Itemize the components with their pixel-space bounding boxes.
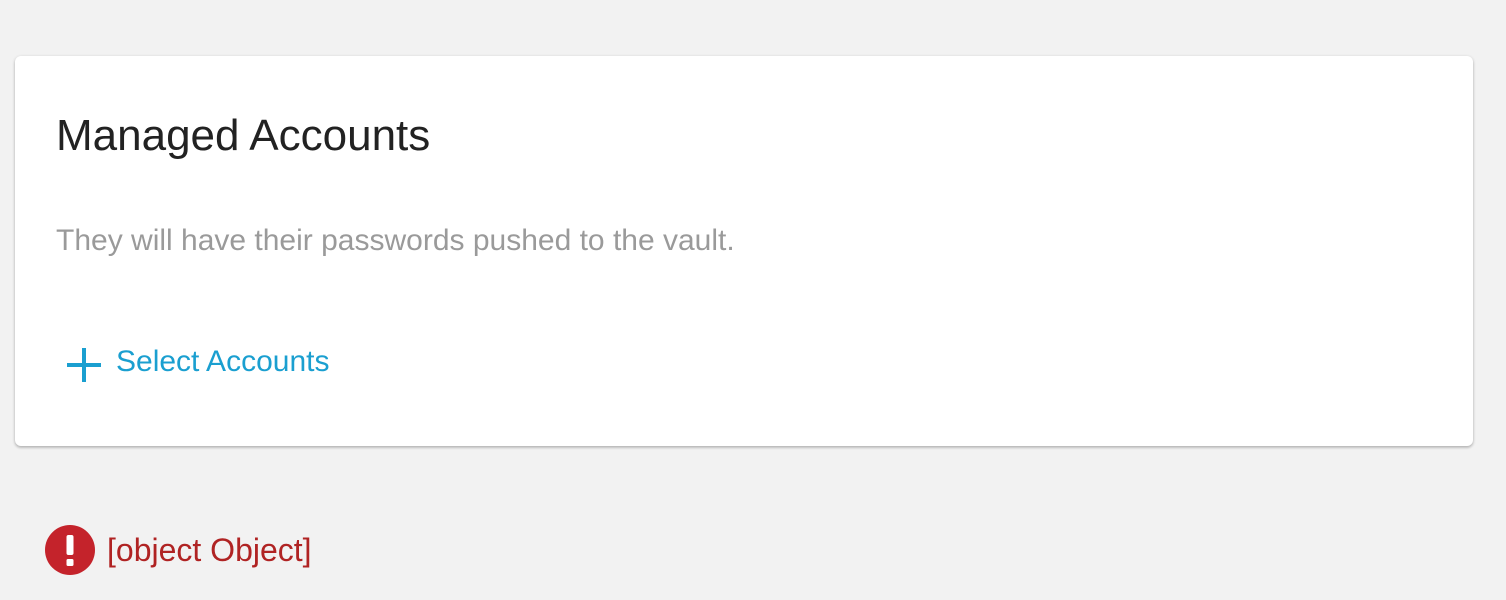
exclamation-circle-icon: [45, 525, 95, 575]
card-description: They will have their passwords pushed to…: [56, 224, 735, 257]
error-message-row: [object Object]: [45, 524, 312, 576]
error-message-text: [object Object]: [107, 532, 312, 568]
select-accounts-button[interactable]: Select Accounts: [64, 339, 329, 385]
select-accounts-label: Select Accounts: [116, 345, 330, 378]
plus-icon: [64, 345, 104, 385]
card-title: Managed Accounts: [56, 111, 431, 160]
managed-accounts-card: Managed Accounts They will have their pa…: [15, 56, 1473, 446]
